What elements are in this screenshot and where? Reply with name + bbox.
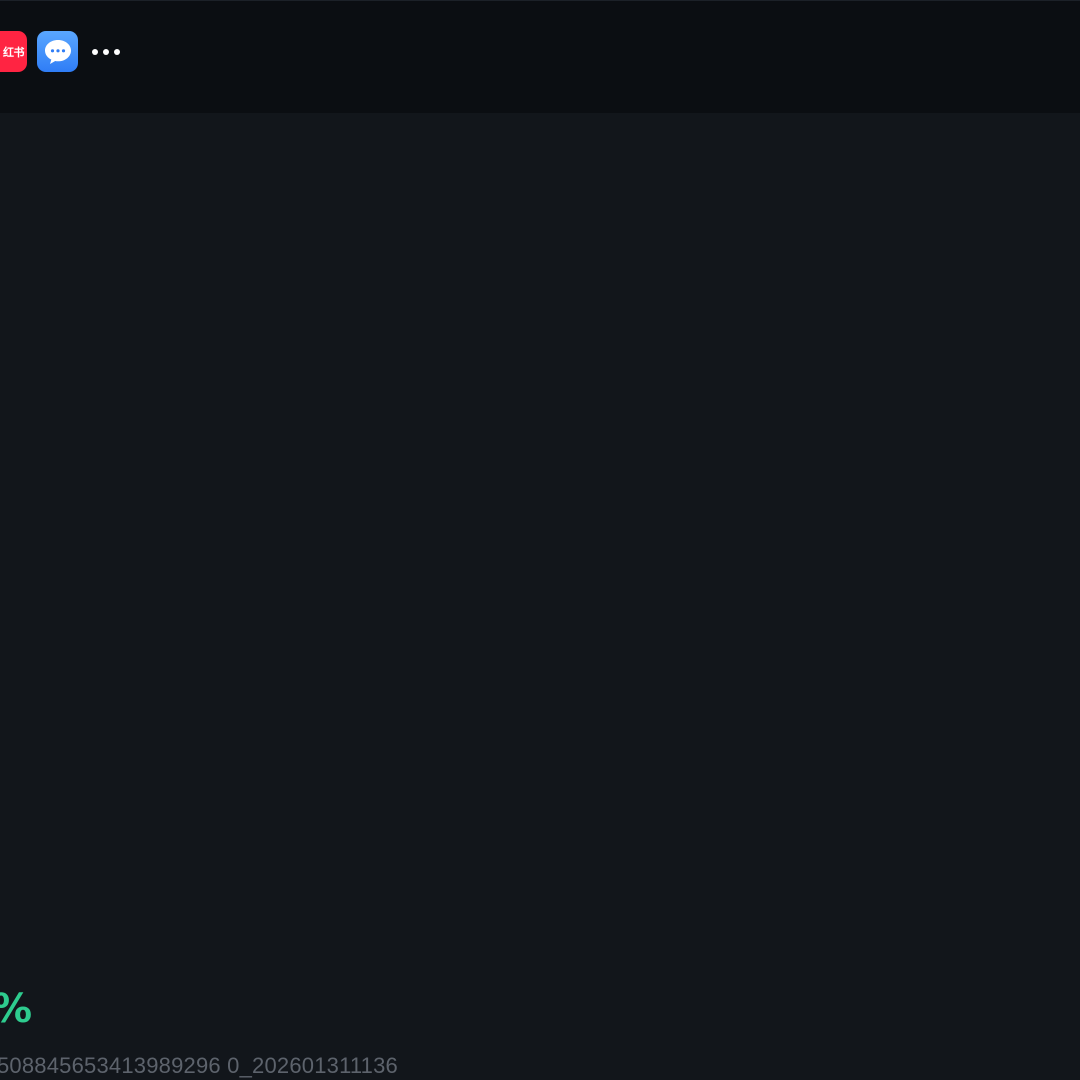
content-area xyxy=(0,113,1080,1080)
more-dots-icon[interactable] xyxy=(92,31,120,72)
more-dot xyxy=(103,48,109,55)
xiaohongshu-label: 红书 xyxy=(3,45,25,59)
screen: 红书 % 508845653413989296 0_202601311136 xyxy=(0,0,1080,1080)
chat-bubble-icon[interactable] xyxy=(37,31,78,72)
share-bar: 红书 xyxy=(0,0,1080,113)
file-id-text: 508845653413989296 0_202601311136 xyxy=(0,1053,398,1078)
chat-bubble-glyph xyxy=(44,39,71,64)
more-dot xyxy=(92,48,98,55)
more-dot xyxy=(114,48,120,55)
percent-value: % xyxy=(0,985,32,1033)
xiaohongshu-icon[interactable]: 红书 xyxy=(0,31,27,72)
share-apps-row: 红书 xyxy=(0,31,120,72)
